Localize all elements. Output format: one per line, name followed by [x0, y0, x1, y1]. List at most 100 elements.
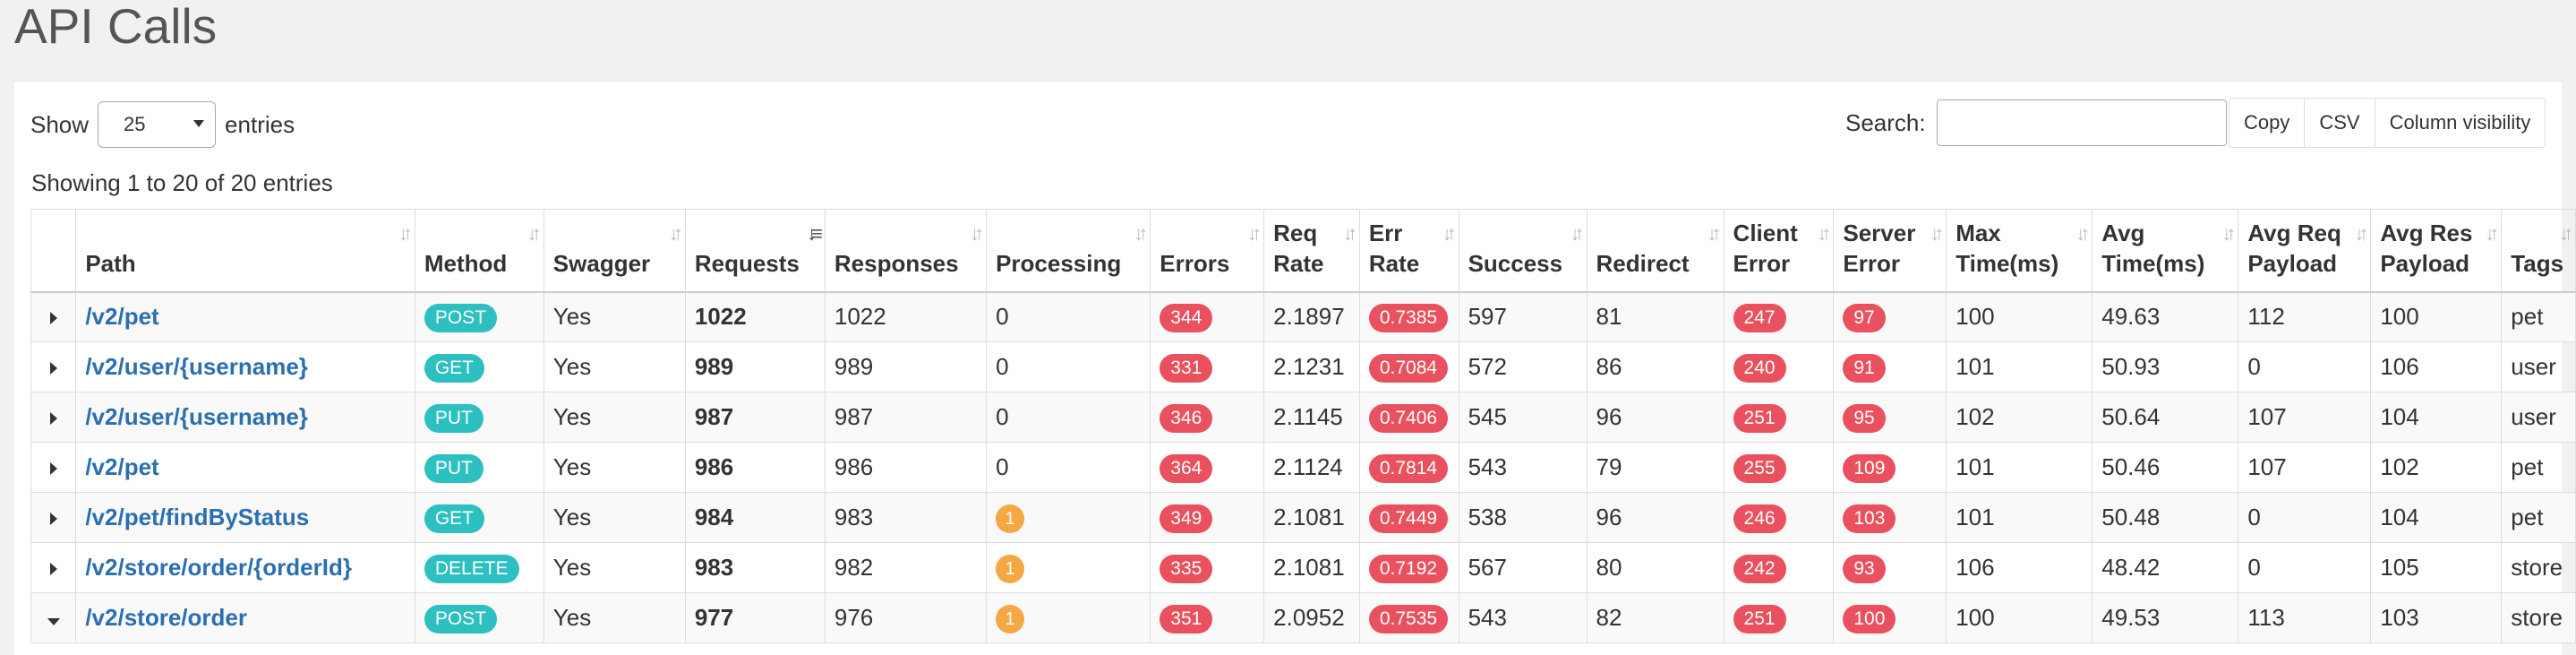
row-expand-control[interactable]: [30, 392, 77, 443]
column-visibility-button[interactable]: Column visibility: [2374, 98, 2546, 148]
path-cell: /v2/store/order/{orderId}: [75, 542, 415, 593]
sort-both-icon[interactable]: ↓↑: [527, 219, 542, 249]
export-button-group: Copy CSV Column visibility: [2229, 98, 2546, 148]
server-error-badge: 103: [1843, 504, 1896, 533]
column-header-label: Redirect: [1596, 249, 1690, 277]
column-header-avg-time[interactable]: Avg Time(ms) ↓↑: [2092, 209, 2239, 292]
row-expand-control[interactable]: [30, 592, 77, 643]
caret-right-icon[interactable]: [49, 412, 57, 425]
column-header-err-rate[interactable]: Err Rate ↓↑: [1358, 209, 1459, 292]
caret-right-icon[interactable]: [49, 312, 57, 325]
sort-both-icon[interactable]: ↓↑: [1134, 219, 1148, 249]
entries-label: entries: [225, 110, 295, 138]
path-link[interactable]: /v2/store/order/{orderId}: [85, 554, 352, 581]
requests-value: 986: [694, 453, 734, 480]
caret-right-icon[interactable]: [49, 563, 57, 575]
err-rate-badge: 0.7084: [1368, 353, 1449, 383]
path-link[interactable]: /v2/pet/findByStatus: [85, 504, 309, 530]
column-header-req-rate[interactable]: Req Rate ↓↑: [1263, 209, 1360, 292]
req-rate-cell: 2.1124: [1263, 442, 1360, 493]
path-link[interactable]: /v2/user/{username}: [85, 353, 308, 380]
row-expand-control[interactable]: [30, 542, 77, 593]
column-header-max-time[interactable]: Max Time(ms) ↓↑: [1946, 209, 2093, 292]
sort-both-icon[interactable]: ↓↑: [2485, 219, 2499, 249]
row-expand-control[interactable]: [30, 341, 77, 392]
entries-select-value: 25: [124, 113, 146, 135]
sort-both-icon[interactable]: ↓↑: [669, 219, 683, 249]
column-header-requests[interactable]: Requests ↓≡: [684, 209, 826, 292]
column-header-path[interactable]: Path ↓↑: [75, 209, 415, 292]
success-cell: 567: [1458, 542, 1588, 593]
column-header-tags[interactable]: Tags ↓↑: [2501, 209, 2576, 292]
sort-desc-icon[interactable]: ↓≡: [807, 219, 823, 249]
sort-both-icon[interactable]: ↓↑: [398, 219, 413, 249]
sort-both-icon[interactable]: ↓↑: [1930, 219, 1944, 249]
table-row[interactable]: /v2/user/{username} GET Yes 989 989 0 331 2.123…: [30, 341, 2576, 392]
avg-time-cell: 50.46: [2092, 442, 2239, 493]
table-row[interactable]: /v2/pet/findByStatus GET Yes 984 983 1 349 2.10…: [30, 492, 2576, 543]
csv-button[interactable]: CSV: [2304, 98, 2375, 148]
column-header-label: Server Error: [1843, 219, 1916, 277]
redirect-cell: 81: [1586, 291, 1724, 342]
err-rate-badge: 0.7385: [1368, 303, 1449, 332]
sort-both-icon[interactable]: ↓↑: [2354, 219, 2368, 249]
avg-time-value: 48.42: [2101, 554, 2161, 581]
search-input[interactable]: [1936, 99, 2227, 146]
requests-cell: 989: [684, 341, 826, 392]
column-header-success[interactable]: Success ↓↑: [1458, 209, 1588, 292]
column-header-method[interactable]: Method ↓↑: [414, 209, 544, 292]
path-link[interactable]: /v2/pet: [85, 453, 158, 480]
table-row[interactable]: /v2/store/order/{orderId} DELETE Yes 983 982…: [30, 542, 2576, 593]
row-expand-control[interactable]: [30, 442, 77, 493]
column-header-redirect[interactable]: Redirect ↓↑: [1586, 209, 1724, 292]
responses-cell: 1022: [824, 291, 988, 342]
table-row[interactable]: /v2/store/order POST Yes 977 976 1 351 2.0952 0.…: [30, 592, 2576, 643]
entries-select[interactable]: 25: [98, 101, 217, 148]
column-header-server-error[interactable]: Server Error ↓↑: [1833, 209, 1947, 292]
sort-both-icon[interactable]: ↓↑: [2075, 219, 2090, 249]
column-header-label: Method: [424, 249, 508, 277]
tags-cell: pet: [2501, 291, 2576, 342]
table-row[interactable]: /v2/user/{username} PUT Yes 987 987 0 346 2.114…: [30, 392, 2576, 443]
copy-button[interactable]: Copy: [2229, 98, 2306, 148]
client-error-cell: 242: [1723, 542, 1835, 593]
errors-cell: 344: [1150, 291, 1265, 342]
column-header-label: Path: [85, 249, 136, 277]
table-row[interactable]: /v2/pet PUT Yes 986 986 0 364 2.1124 0.7814 543 79…: [30, 442, 2576, 493]
max-time-value: 106: [1956, 554, 1995, 581]
sort-both-icon[interactable]: ↓↑: [1817, 219, 1831, 249]
sort-both-icon[interactable]: ↓↑: [1570, 219, 1585, 249]
caret-right-icon[interactable]: [49, 513, 57, 525]
column-header-responses[interactable]: Responses ↓↑: [824, 209, 988, 292]
sort-both-icon[interactable]: ↓↑: [1707, 219, 1722, 249]
redirect-value: 79: [1596, 453, 1622, 480]
column-header-swagger[interactable]: Swagger ↓↑: [543, 209, 686, 292]
sort-both-icon[interactable]: ↓↑: [1442, 219, 1457, 249]
row-expand-control[interactable]: [30, 291, 77, 342]
column-header-processing[interactable]: Processing ↓↑: [986, 209, 1151, 292]
sort-both-icon[interactable]: ↓↑: [1247, 219, 1262, 249]
column-header-avg-req-payload[interactable]: Avg Req Payload ↓↑: [2238, 209, 2372, 292]
column-header-avg-res-payload[interactable]: Avg Res Payload ↓↑: [2370, 209, 2503, 292]
path-link[interactable]: /v2/store/order: [85, 604, 247, 631]
errors-cell: 331: [1150, 341, 1265, 392]
caret-down-icon[interactable]: [47, 618, 60, 625]
errors-badge: 335: [1160, 554, 1213, 583]
api-calls-panel: Show 25 entries Search: Copy CSV Column …: [14, 81, 2576, 655]
path-link[interactable]: /v2/pet: [85, 303, 158, 330]
avg-time-value: 49.53: [2101, 604, 2161, 631]
path-link[interactable]: /v2/user/{username}: [85, 403, 308, 430]
processing-cell: 1: [986, 492, 1151, 543]
errors-cell: 349: [1150, 492, 1265, 543]
success-value: 572: [1468, 353, 1507, 380]
sort-both-icon[interactable]: ↓↑: [970, 219, 984, 249]
sort-both-icon[interactable]: ↓↑: [2559, 219, 2573, 249]
sort-both-icon[interactable]: ↓↑: [2221, 219, 2236, 249]
column-header-errors[interactable]: Errors ↓↑: [1150, 209, 1265, 292]
caret-right-icon[interactable]: [49, 462, 57, 475]
caret-right-icon[interactable]: [49, 362, 57, 375]
row-expand-control[interactable]: [30, 492, 77, 543]
sort-both-icon[interactable]: ↓↑: [1343, 219, 1357, 249]
table-row[interactable]: /v2/pet POST Yes 1022 1022 0 344 2.1897 0.7385 59…: [30, 291, 2576, 342]
column-header-client-error[interactable]: Client Error ↓↑: [1723, 209, 1835, 292]
